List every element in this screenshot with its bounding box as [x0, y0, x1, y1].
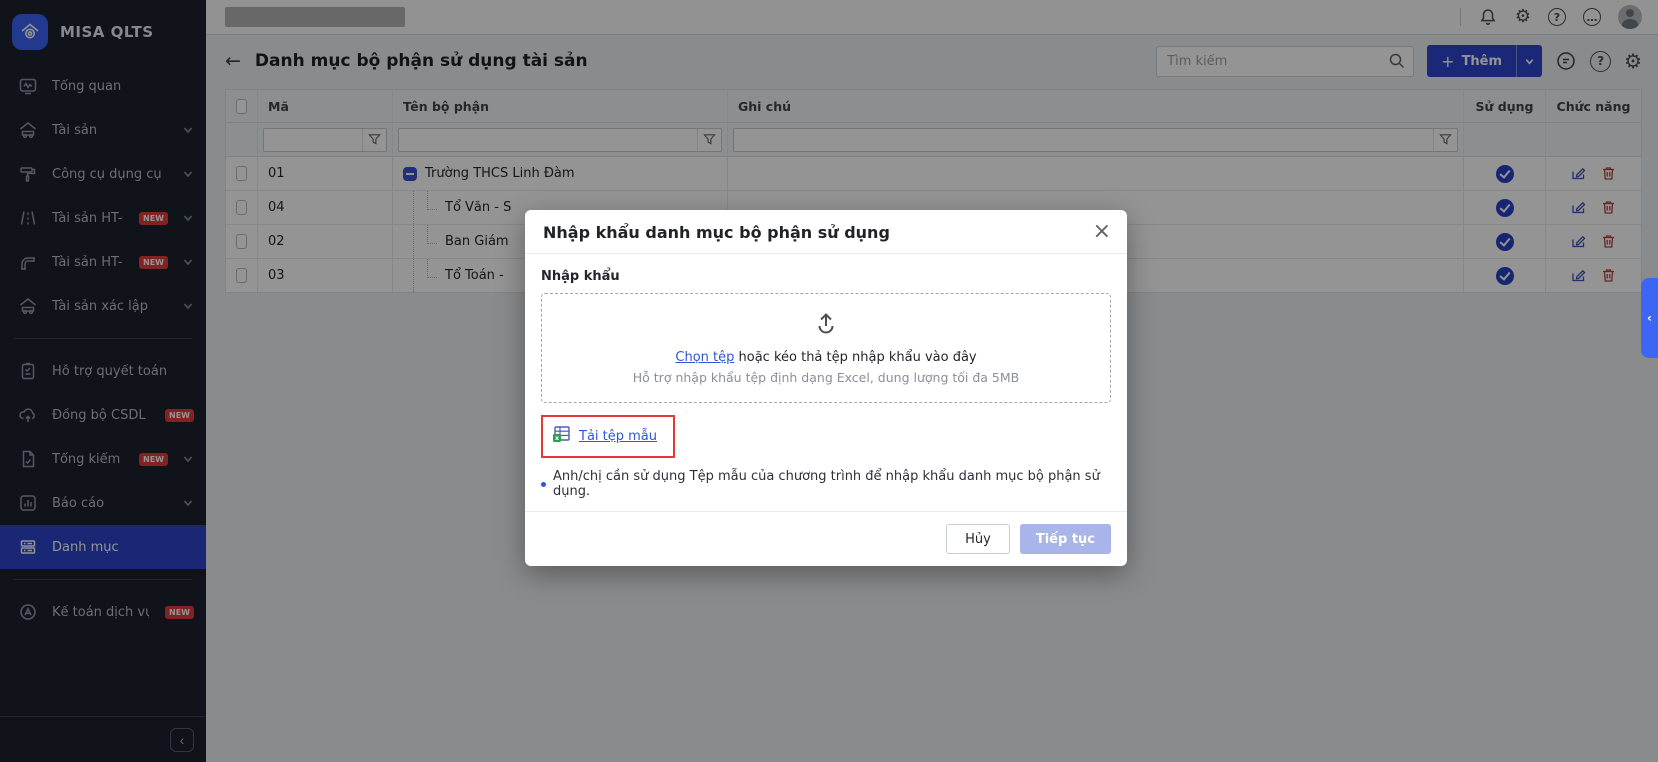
continue-button[interactable]: Tiếp tục: [1020, 524, 1111, 554]
file-dropzone[interactable]: Chọn tệp hoặc kéo thả tệp nhập khẩu vào …: [541, 293, 1111, 403]
upload-icon: [810, 311, 842, 345]
import-section-label: Nhập khẩu: [541, 269, 1111, 284]
download-template-link[interactable]: Tải tệp mẫu: [579, 429, 657, 444]
template-download-highlight: x Tải tệp mẫu: [541, 415, 675, 458]
side-panel-toggle[interactable]: ‹: [1641, 278, 1658, 358]
modal-title: Nhập khẩu danh mục bộ phận sử dụng: [543, 223, 1109, 242]
modal-footer: Hủy Tiếp tục: [525, 511, 1127, 566]
import-note: Anh/chị cần sử dụng Tệp mẫu của chương t…: [541, 469, 1111, 499]
choose-file-link[interactable]: Chọn tệp: [675, 350, 734, 365]
bullet-icon: [541, 482, 546, 487]
dropzone-text-rest: hoặc kéo thả tệp nhập khẩu vào đây: [734, 350, 976, 365]
dropzone-text: Chọn tệp hoặc kéo thả tệp nhập khẩu vào …: [675, 350, 976, 365]
modal-header: Nhập khẩu danh mục bộ phận sử dụng ×: [525, 210, 1127, 254]
app-root: MISA QLTS Tổng quan Tài sản Công cụ dụng…: [0, 0, 1658, 762]
excel-file-icon: x: [552, 425, 571, 448]
close-icon[interactable]: ×: [1093, 219, 1111, 245]
cancel-button[interactable]: Hủy: [946, 524, 1010, 554]
modal-body: Nhập khẩu Chọn tệp hoặc kéo thả tệp nhập…: [525, 254, 1127, 511]
import-note-text: Anh/chị cần sử dụng Tệp mẫu của chương t…: [553, 469, 1111, 499]
dropzone-hint: Hỗ trợ nhập khẩu tệp định dạng Excel, du…: [633, 370, 1019, 385]
import-modal: Nhập khẩu danh mục bộ phận sử dụng × Nhậ…: [525, 210, 1127, 566]
